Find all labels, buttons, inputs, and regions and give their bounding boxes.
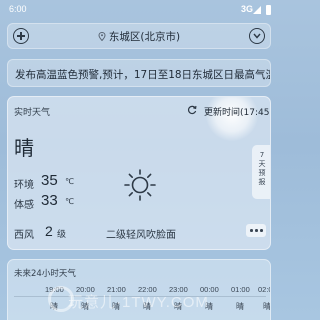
more-button[interactable] bbox=[246, 224, 266, 237]
hour-time: 01:00 bbox=[231, 285, 250, 294]
feels-like-unit: ℃ bbox=[65, 197, 74, 206]
alert-text: 发布高温蓝色预警,预计，17日至18日东城区日最高气温 bbox=[15, 69, 271, 81]
city-dropdown-button[interactable] bbox=[249, 28, 265, 44]
top-bar: 东城区(北京市) bbox=[7, 23, 271, 49]
sun-glow bbox=[206, 97, 258, 141]
feels-like-value: 33 bbox=[41, 192, 58, 209]
wind-description: 二级轻风吹脸面 bbox=[106, 230, 176, 241]
signal-icon bbox=[253, 6, 261, 14]
hour-condition: 晴 bbox=[263, 302, 271, 311]
battery-icon bbox=[266, 5, 271, 15]
more-dot bbox=[260, 229, 263, 232]
status-time: 6:00 bbox=[9, 4, 27, 14]
hourly-forecast-card: 未来24小时天气 19:00 20:00 21:00 22:00 23:00 0… bbox=[7, 259, 271, 320]
network-type: 3G bbox=[240, 4, 253, 14]
forecast-tab-label: 7天预报 bbox=[258, 151, 266, 186]
temp-label: 环境 bbox=[14, 180, 34, 191]
location-name: 东城区(北京市) bbox=[108, 31, 181, 43]
hour-condition: 晴 bbox=[236, 302, 244, 311]
hourly-title: 未来24小时天气 bbox=[14, 269, 76, 279]
wind-level-unit: 级 bbox=[57, 230, 67, 240]
sun-icon bbox=[124, 169, 156, 201]
card-title: 实时天气 bbox=[14, 108, 51, 118]
more-dot bbox=[250, 229, 253, 232]
status-bar: 6:00 3G bbox=[0, 0, 280, 20]
chevron-down-icon bbox=[253, 33, 261, 39]
feels-like-label: 体感 bbox=[14, 200, 34, 211]
location-selector[interactable]: 东城区(北京市) bbox=[8, 29, 270, 44]
temp-value: 35 bbox=[41, 172, 58, 189]
temp-unit: ℃ bbox=[65, 177, 74, 186]
refresh-icon[interactable] bbox=[187, 105, 197, 115]
location-pin-icon bbox=[98, 32, 106, 41]
wind-direction: 西风 bbox=[14, 230, 34, 241]
wind-level: 2 bbox=[45, 223, 53, 239]
hour-time: 02:00 bbox=[258, 285, 270, 294]
more-dot bbox=[255, 229, 258, 232]
seven-day-forecast-tab[interactable]: 7天预报 bbox=[252, 145, 270, 199]
weather-alert-banner[interactable]: 发布高温蓝色预警,预计，17日至18日东城区日最高气温 bbox=[7, 59, 271, 87]
update-time: 更新时间(17:45) bbox=[204, 108, 271, 118]
weather-condition: 晴 bbox=[14, 136, 34, 160]
watermark: 玩意儿·1TWY.COM bbox=[68, 294, 209, 311]
current-weather-card: 实时天气 更新时间(17:45) 晴 环境 35 ℃ 体感 33 ℃ 7天预报 … bbox=[7, 96, 271, 250]
